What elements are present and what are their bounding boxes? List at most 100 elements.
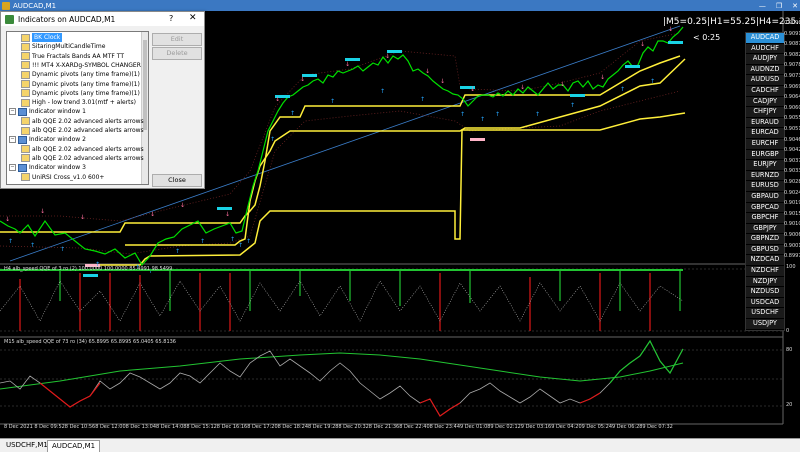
symbol-button[interactable]: CADJPY <box>746 96 784 108</box>
edit-button[interactable]: Edit <box>152 33 202 46</box>
tree-indicator-item[interactable]: alb QQE 2.02 advanced alerts arrows <box>21 154 144 163</box>
symbol-button[interactable]: EURAUD <box>746 117 784 129</box>
svg-text:↓: ↓ <box>640 41 645 48</box>
restore-button[interactable]: ❐ <box>776 2 782 10</box>
tree-item-label: Dynamic pivots (any time frame)(1) <box>32 89 140 97</box>
symbol-button[interactable]: NZDUSD <box>746 287 784 298</box>
indicator-icon <box>21 145 30 154</box>
tree-item-label: Indicator window 3 <box>29 164 86 172</box>
window-title: AUDCAD,M1 <box>13 1 57 10</box>
candle-countdown: < 0:25 <box>693 33 721 42</box>
symbol-button[interactable]: GBPNZD <box>746 234 784 245</box>
sub1-scale-top: 100 <box>786 264 796 270</box>
indicator-icon <box>21 89 30 98</box>
tree-indicator-item[interactable]: High - low trend 3.01(mtf + alerts) <box>21 98 136 107</box>
tree-indicator-item[interactable]: Dynamic pivots (any time frame)(1) <box>21 70 140 79</box>
price-tick-label: 0.90960 <box>784 20 800 26</box>
svg-text:↓: ↓ <box>40 208 45 215</box>
price-tick-label: 0.90735 <box>784 73 800 79</box>
tree-item-label: Indicator window 1 <box>29 108 86 116</box>
svg-text:↑: ↑ <box>380 88 385 95</box>
tree-indicator-item[interactable]: SitaringMultiCandleTime <box>21 42 105 51</box>
sub1-scale-bottom: 0 <box>786 328 790 334</box>
symbol-button[interactable]: AUDCAD <box>746 33 784 44</box>
svg-text:↑: ↑ <box>620 86 625 93</box>
symbol-button[interactable]: GBPCHF <box>746 213 784 224</box>
symbol-button[interactable]: NZDCHF <box>746 266 784 277</box>
time-tick-label: 9 Dec 06:28 <box>612 424 643 430</box>
time-tick-label: 8 Dec 13:04 <box>125 424 157 430</box>
symbol-button[interactable]: EURCAD <box>746 128 784 139</box>
svg-text:↓: ↓ <box>225 211 230 218</box>
symbol-button[interactable]: USDCAD <box>746 297 784 309</box>
minimize-button[interactable]: — <box>759 2 766 10</box>
collapse-icon[interactable]: − <box>9 136 16 144</box>
symbol-button[interactable]: AUDJPY <box>746 54 784 65</box>
close-window-button[interactable]: ✕ <box>792 2 798 10</box>
help-button[interactable]: ? <box>169 14 173 23</box>
tree-item-label: alb QQE 2.02 advanced alerts arrows <box>32 127 144 134</box>
symbol-button[interactable]: GBPAUD <box>746 191 784 203</box>
tree-indicator-item[interactable]: Dynamic pivots (any time frame)(1) <box>21 89 140 98</box>
svg-text:↓: ↓ <box>345 61 350 68</box>
price-tick-label: 0.90510 <box>784 126 800 132</box>
indicator-tree[interactable]: BK Clock SitaringMultiCandleTime True Frac… <box>6 31 149 185</box>
symbol-button[interactable]: CHFJPY <box>746 107 784 118</box>
symbol-button[interactable]: AUDUSD <box>746 75 784 86</box>
indicator-icon <box>21 42 30 51</box>
symbol-button[interactable]: CADCHF <box>746 85 784 97</box>
symbol-button[interactable]: USDJPY <box>746 319 784 330</box>
tree-indicator-item[interactable]: True Fractals Bands AA MTF TT <box>21 52 124 61</box>
symbol-button[interactable]: USDCHF <box>746 308 784 320</box>
time-tick-label: 9 Dec 03:16 <box>520 424 552 430</box>
tree-indicator-item[interactable]: alb QQE 2.02 advanced alerts arrows <box>21 117 144 126</box>
dialog-close-icon[interactable]: ✕ <box>189 13 197 23</box>
time-tick-label: 8 Dec 17:20 <box>247 424 278 430</box>
tree-indicator-item[interactable]: BK Clock <box>21 33 63 42</box>
window-icon <box>18 135 27 144</box>
price-tick-label: 0.90375 <box>784 157 800 164</box>
tree-indicator-item[interactable]: alb QQE 2.02 advanced alerts arrows <box>21 145 144 154</box>
symbol-button[interactable]: EURUSD <box>746 181 784 192</box>
symbol-button[interactable]: EURGBP <box>746 149 784 161</box>
symbol-button[interactable]: AUDCHF <box>746 43 784 55</box>
collapse-icon[interactable]: − <box>9 108 16 116</box>
indicators-dialog-icon <box>5 14 14 24</box>
svg-text:↓: ↓ <box>668 26 673 33</box>
indicator-icon <box>21 117 30 126</box>
close-button[interactable]: Close <box>152 174 202 187</box>
tab-audcad[interactable]: AUDCAD,M1 <box>47 440 101 452</box>
tab-usdchf[interactable]: USDCHF,M1 <box>2 440 52 451</box>
symbol-button[interactable]: AUDNZD <box>746 64 784 76</box>
symbol-button[interactable]: GBPJPY <box>746 223 784 235</box>
tree-window-node[interactable]: − Indicator window 2 <box>9 135 86 144</box>
tree-indicator-item[interactable]: !!! MT4 X-XARDg-SYMBOL CHANGER <box>21 61 141 70</box>
symbol-button[interactable]: EURJPY <box>746 160 784 171</box>
tree-window-node[interactable]: − Indicator window 1 <box>9 107 86 116</box>
indicator-icon <box>21 70 30 79</box>
svg-text:↑: ↑ <box>200 238 205 245</box>
tree-window-node[interactable]: − Indicator window 3 <box>9 163 86 172</box>
symbol-button[interactable]: NZDJPY <box>746 276 784 288</box>
delete-button[interactable]: Delete <box>152 47 202 60</box>
symbol-button[interactable]: GBPCAD <box>746 202 784 214</box>
tree-item-label: True Fractals Bands AA MTF TT <box>32 52 124 60</box>
symbol-button[interactable]: GBPUSD <box>746 244 784 256</box>
tree-indicator-item[interactable]: alb QQE 2.02 advanced alerts arrows <box>21 126 144 135</box>
tree-indicator-item[interactable]: UniRSI Cross_v1.0 600+ <box>21 173 104 182</box>
symbol-button[interactable]: EURNZD <box>746 170 784 182</box>
svg-text:↑: ↑ <box>238 242 243 249</box>
tree-indicator-item[interactable]: Dynamic pivots (any time frame)(1) <box>21 80 140 89</box>
svg-text:↓: ↓ <box>180 202 185 209</box>
symbol-button[interactable]: NZDCAD <box>746 255 784 267</box>
price-tick-label: 0.90555 <box>784 115 800 122</box>
collapse-icon[interactable]: − <box>9 164 16 172</box>
svg-text:↑: ↑ <box>8 238 13 245</box>
symbol-button[interactable]: EURCHF <box>746 138 784 150</box>
tree-item-label: alb QQE 2.02 advanced alerts arrows <box>32 117 144 125</box>
indicator-icon <box>21 52 30 61</box>
time-tick-label: 8 Dec 10:56 <box>64 424 96 430</box>
price-tick-label: 0.90600 <box>784 104 800 111</box>
time-tick-label: 8 Dec 2021 <box>4 424 33 430</box>
svg-text:↓: ↓ <box>5 216 10 223</box>
